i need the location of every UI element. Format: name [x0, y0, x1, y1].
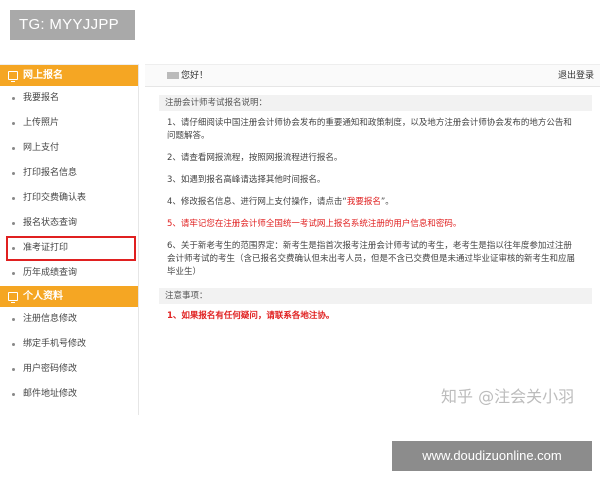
bullet-icon	[12, 97, 15, 100]
bullet-icon	[12, 343, 15, 346]
monitor-icon	[8, 71, 18, 82]
attention-section-title: 注意事项：	[159, 288, 592, 304]
notice-item: 3、如遇到报名高峰请选择其他时间报名。	[167, 175, 326, 185]
sidebar-item-print-registration[interactable]: 打印报名信息	[0, 161, 138, 186]
sidebar-item-register[interactable]: 我要报名	[0, 86, 138, 111]
username-blur	[167, 72, 179, 79]
bullet-icon	[12, 197, 15, 200]
sidebar-item-upload-photo[interactable]: 上传照片	[0, 111, 138, 136]
sidebar-header-profile: 个人资料	[0, 286, 138, 307]
sidebar-item-past-scores[interactable]: 历年成绩查询	[0, 261, 138, 286]
notice-list: 1、请仔细阅读中国注册会计师协会发布的重要通知和政策制度，以及地方注册会计师协会…	[167, 117, 580, 279]
bullet-icon	[12, 122, 15, 125]
top-bar: 您好！ 退出登录	[145, 65, 600, 87]
sidebar: 网上报名 我要报名 上传照片 网上支付 打印报名信息 打印交费确认表 报名状态查…	[0, 64, 139, 415]
bullet-icon	[12, 368, 15, 371]
notice-item-warning: 5、请牢记您在注册会计师全国统一考试网上报名系统注册的用户信息和密码。	[167, 219, 462, 229]
site-badge: www.doudizuonline.com	[392, 441, 592, 471]
notice-item: 6、关于新老考生的范围界定：新考生是指首次报考注册会计师考试的考生，老考生是指以…	[167, 241, 576, 277]
sidebar-item-online-payment[interactable]: 网上支付	[0, 136, 138, 161]
sidebar-item-edit-phone[interactable]: 绑定手机号修改	[0, 332, 138, 357]
bullet-icon	[12, 318, 15, 321]
sidebar-item-edit-registration-info[interactable]: 注册信息修改	[0, 307, 138, 332]
main-content: 您好！ 退出登录 注册会计师考试报名说明： 1、请仔细阅读中国注册会计师协会发布…	[145, 64, 600, 415]
sidebar-item-registration-status[interactable]: 报名状态查询	[0, 211, 138, 236]
sidebar-item-edit-email[interactable]: 邮件地址修改	[0, 382, 138, 407]
register-link[interactable]: 我要报名	[347, 197, 381, 207]
sidebar-header-label: 网上报名	[23, 70, 63, 81]
bullet-icon	[12, 272, 15, 275]
monitor-icon	[8, 292, 18, 303]
bullet-icon	[12, 222, 15, 225]
notice-item: 4、修改报名信息、进行网上支付操作，请点击“我要报名”。	[167, 197, 394, 207]
notice-item: 2、请查看网报流程，按照网报流程进行报名。	[167, 153, 343, 163]
attention-list: 1、如果报名有任何疑问，请联系各地注协。	[167, 310, 580, 323]
attention-item: 1、如果报名有任何疑问，请联系各地注协。	[167, 311, 335, 321]
bullet-icon	[12, 393, 15, 396]
cpa-portal: 网上报名 我要报名 上传照片 网上支付 打印报名信息 打印交费确认表 报名状态查…	[0, 60, 600, 415]
sidebar-item-print-payment-confirmation[interactable]: 打印交费确认表	[0, 186, 138, 211]
bullet-icon	[12, 147, 15, 150]
notice-section-title: 注册会计师考试报名说明：	[159, 95, 592, 111]
bullet-icon	[12, 247, 15, 250]
sidebar-header-label: 个人资料	[23, 291, 63, 302]
tag-badge: TG: MYYJJPP	[10, 10, 135, 40]
sidebar-item-admission-ticket-print[interactable]: 准考证打印	[6, 236, 136, 261]
notice-item: 1、请仔细阅读中国注册会计师协会发布的重要通知和政策制度，以及地方注册会计师协会…	[167, 118, 572, 141]
bullet-icon	[12, 172, 15, 175]
sidebar-header-registration: 网上报名	[0, 65, 138, 86]
greeting: 您好！	[167, 65, 208, 86]
logout-link[interactable]: 退出登录	[558, 65, 594, 86]
watermark: 知乎 @注会关小羽	[441, 387, 575, 406]
sidebar-item-edit-password[interactable]: 用户密码修改	[0, 357, 138, 382]
